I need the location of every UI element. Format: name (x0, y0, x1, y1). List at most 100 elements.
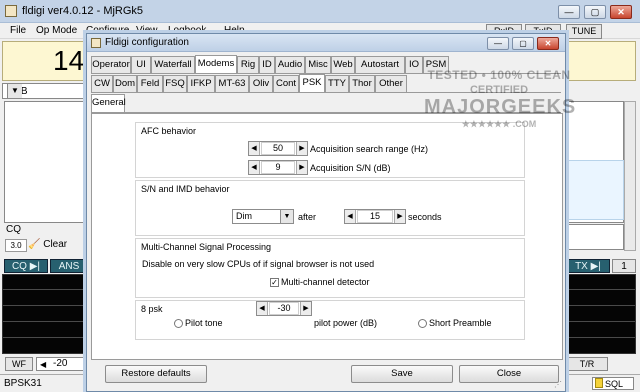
tab-autostart[interactable]: Autostart (355, 56, 405, 73)
receive-text-pane[interactable] (4, 101, 88, 223)
dialog-minimize-icon[interactable]: — (487, 37, 509, 50)
decrement-icon[interactable]: ◀ (345, 210, 356, 223)
menu-file[interactable]: File (10, 25, 26, 36)
clear-label: Clear (43, 239, 68, 250)
waterfall-right[interactable] (566, 274, 636, 354)
decrement-icon[interactable]: ◀ (257, 302, 268, 315)
tab-misc[interactable]: Misc (305, 56, 331, 73)
chevron-down-icon[interactable]: ▼ (280, 210, 293, 223)
watermark-line3: MAJORGEEKS (424, 96, 577, 118)
frequency-digits: 14 (53, 45, 85, 76)
pilot-power-spinner[interactable]: ◀ -30 ▶ (256, 301, 312, 316)
sn-spinner[interactable]: ◀ 9 ▶ (248, 160, 308, 175)
dialog-title-bar: Fldigi configuration — ▢ ✕ (87, 34, 565, 52)
tab-dom[interactable]: Dom (113, 75, 137, 92)
frequency-display[interactable]: 14 (2, 41, 88, 81)
macro-tx-button[interactable]: TX ▶| (566, 259, 610, 273)
tab-web[interactable]: Web (331, 56, 355, 73)
maximize-icon[interactable]: ▢ (584, 5, 606, 19)
chevron-left-icon[interactable]: ◀ (40, 359, 46, 371)
increment-icon[interactable]: ▶ (394, 210, 405, 223)
clear-button[interactable]: 🧹 Clear (28, 239, 88, 252)
dialog-title: Fldigi configuration (105, 37, 189, 48)
tab-other[interactable]: Other (375, 75, 407, 92)
dialog-maximize-icon[interactable]: ▢ (512, 37, 534, 50)
main-title-bar: fldigi ver4.0.12 - MjRGk5 — ▢ ✕ (0, 0, 640, 23)
tab-cw[interactable]: CW (91, 75, 113, 92)
imd-mode-select[interactable]: Dim ▼ (232, 209, 294, 224)
macro-ans-button[interactable]: ANS (50, 259, 88, 273)
macro-cq-button[interactable]: CQ ▶| (4, 259, 48, 273)
search-range-spinner[interactable]: ◀ 50 ▶ (248, 141, 308, 156)
tab-psk[interactable]: PSK (299, 74, 325, 92)
waterfall-left[interactable] (2, 274, 88, 354)
tr-button[interactable]: T/R (566, 357, 608, 371)
search-range-label: Acquisition search range (Hz) (310, 144, 429, 154)
tab-audio[interactable]: Audio (275, 56, 305, 73)
pilot-power-value[interactable]: -30 (269, 302, 299, 315)
short-preamble-checkbox[interactable] (418, 319, 427, 328)
tab-fsq[interactable]: FSQ (163, 75, 187, 92)
vertical-scrollbar[interactable] (624, 101, 636, 251)
increment-icon[interactable]: ▶ (296, 161, 307, 174)
macro-bank-number[interactable]: 1 (612, 259, 636, 273)
dialog-close-icon[interactable]: ✕ (537, 37, 559, 50)
tune-button[interactable]: TUNE (566, 24, 602, 39)
tab-operator[interactable]: Operator (91, 56, 131, 73)
short-preamble-label: Short Preamble (429, 318, 492, 328)
cq-text: CQ (6, 224, 21, 235)
watermark-line1: TESTED • 100% CLEAN (427, 68, 571, 82)
decrement-icon[interactable]: ◀ (249, 161, 260, 174)
wf-level-input[interactable]: ◀ -20 (36, 357, 88, 371)
log-panel (566, 41, 636, 81)
save-button[interactable]: Save (351, 365, 453, 383)
close-button[interactable]: Close (459, 365, 559, 383)
tab-cont[interactable]: Cont (273, 75, 299, 92)
resize-grip-icon[interactable]: ⋰ (554, 380, 564, 390)
wf-level-value: -20 (53, 358, 68, 369)
tab-modems[interactable]: Modems (195, 55, 237, 73)
imd-group: S/N and IMD behavior Dim ▼ after ◀ 15 ▶ … (135, 180, 525, 236)
multichannel-description: Disable on very slow CPUs of if signal b… (142, 259, 375, 269)
seconds-value[interactable]: 15 (357, 210, 393, 223)
tab-rig[interactable]: Rig (237, 56, 259, 73)
tab-oliv[interactable]: Oliv (249, 75, 273, 92)
tab-ifkp[interactable]: IFKP (187, 75, 215, 92)
status-mode[interactable]: BPSK31 (4, 378, 42, 389)
restore-defaults-button[interactable]: Restore defaults (105, 365, 207, 383)
seconds-spinner[interactable]: ◀ 15 ▶ (344, 209, 406, 224)
sn-value[interactable]: 9 (261, 161, 295, 174)
tab-general[interactable]: General (91, 94, 126, 112)
seconds-label: seconds (408, 212, 442, 222)
tab-feld[interactable]: Feld (137, 75, 163, 92)
tab-thor[interactable]: Thor (349, 75, 375, 92)
mode-select[interactable]: USB ▼ (2, 83, 88, 99)
tab-tty[interactable]: TTY (325, 75, 349, 92)
search-range-value[interactable]: 50 (261, 142, 295, 155)
signal-browser-highlight (566, 160, 624, 220)
multichannel-group: Multi-Channel Signal Processing Disable … (135, 238, 525, 298)
close-icon[interactable]: ✕ (610, 5, 632, 19)
wpm-value: 3.0 (5, 239, 27, 252)
chevron-down-icon[interactable]: ▼ (7, 84, 22, 98)
sql-indicator-icon (595, 378, 603, 388)
multichannel-checkbox[interactable]: ✓ (270, 278, 279, 287)
signal-browser-lower[interactable] (566, 224, 624, 250)
menu-op-mode[interactable]: Op Mode (36, 25, 77, 36)
tab-id[interactable]: ID (259, 56, 275, 73)
pilot-power-label: pilot power (dB) (314, 318, 378, 328)
tab-waterfall[interactable]: Waterfall (151, 56, 195, 73)
minimize-icon[interactable]: — (558, 5, 580, 19)
broom-icon: 🧹 (28, 239, 41, 250)
multichannel-group-title: Multi-Channel Signal Processing (141, 242, 272, 252)
increment-icon[interactable]: ▶ (300, 302, 311, 315)
tab-mt63[interactable]: MT-63 (215, 75, 249, 92)
tab-ui[interactable]: UI (131, 56, 151, 73)
app-icon (5, 5, 17, 17)
sql-toggle[interactable]: SQL (592, 377, 634, 390)
decrement-icon[interactable]: ◀ (249, 142, 260, 155)
tab-io[interactable]: IO (405, 56, 423, 73)
increment-icon[interactable]: ▶ (296, 142, 307, 155)
wf-button[interactable]: WF (5, 357, 33, 371)
pilot-tone-checkbox[interactable] (174, 319, 183, 328)
